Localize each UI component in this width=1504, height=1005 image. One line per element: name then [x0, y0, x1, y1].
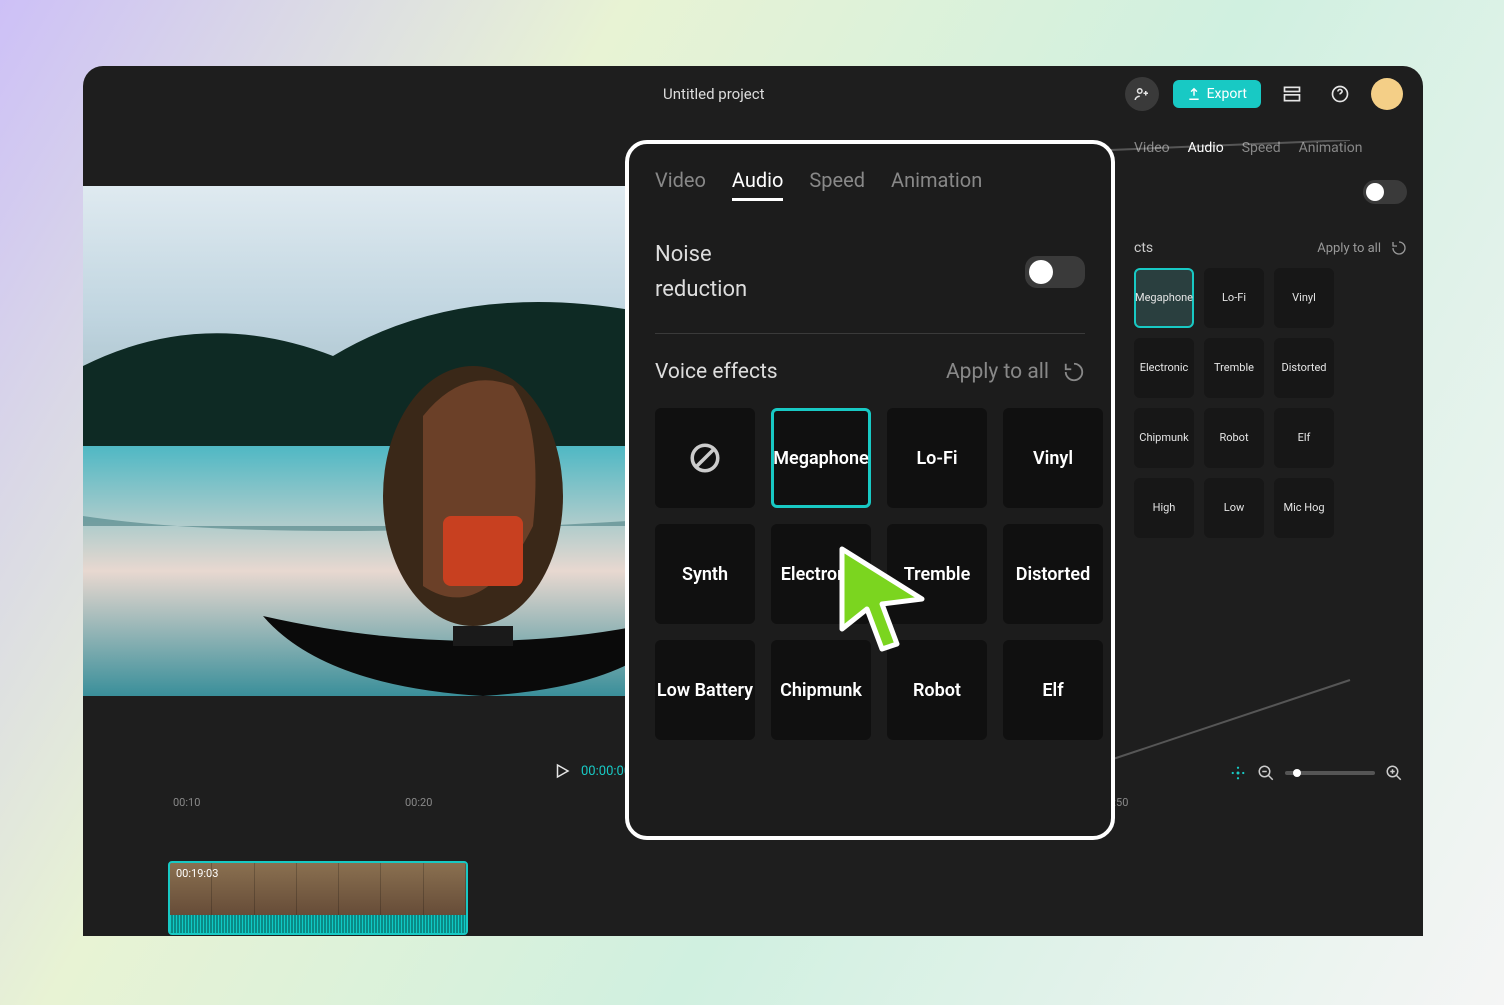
zoom-out-icon[interactable] [1257, 764, 1275, 782]
audio-settings-callout: Video Audio Speed Animation Noise reduct… [625, 140, 1115, 840]
video-clip[interactable]: 00:19:03 [168, 861, 468, 935]
panel-tabs: Video Audio Speed Animation [1134, 126, 1407, 170]
mini-effect-elf[interactable]: Elf [1274, 408, 1334, 468]
layout-icon[interactable] [1275, 77, 1309, 111]
voice-effects-mini-grid: MegaphoneLo-FiVinyl ElectronicTrembleDist… [1134, 268, 1407, 538]
help-icon[interactable] [1323, 77, 1357, 111]
tab-video[interactable]: Video [1134, 140, 1170, 156]
export-button[interactable]: Export [1173, 80, 1261, 108]
effect-lo-fi[interactable]: Lo-Fi [887, 408, 987, 508]
effect-low-battery[interactable]: Low Battery [655, 640, 755, 740]
cursor-pointer-icon [832, 544, 932, 654]
mini-effect-vinyl[interactable]: Vinyl [1274, 268, 1334, 328]
effect-synth[interactable]: Synth [655, 524, 755, 624]
timeline-options-icon[interactable] [1229, 764, 1247, 782]
zoom-slider[interactable] [1285, 771, 1375, 775]
reset-icon[interactable] [1391, 240, 1407, 256]
mini-effect-distorted[interactable]: Distorted [1274, 338, 1334, 398]
mini-effect-mic-hog[interactable]: Mic Hog [1274, 478, 1334, 538]
tab-audio[interactable]: Audio [1188, 140, 1224, 156]
callout-tab-speed[interactable]: Speed [809, 168, 865, 201]
voice-effects-label-small: cts [1134, 240, 1153, 256]
callout-tabs: Video Audio Speed Animation [655, 168, 1085, 201]
voice-effects-label: Voice effects [655, 360, 778, 384]
mini-effect-low[interactable]: Low [1204, 478, 1264, 538]
clip-duration: 00:19:03 [176, 867, 218, 880]
mini-effect-megaphone[interactable]: Megaphone [1134, 268, 1194, 328]
mini-effect-chipmunk[interactable]: Chipmunk [1134, 408, 1194, 468]
play-button[interactable] [553, 762, 571, 780]
collaborate-icon[interactable] [1125, 77, 1159, 111]
mini-effect-tremble[interactable]: Tremble [1204, 338, 1264, 398]
reset-icon[interactable] [1063, 361, 1085, 383]
video-preview[interactable] [83, 186, 703, 696]
mini-effect-high[interactable]: High [1134, 478, 1194, 538]
effect-robot[interactable]: Robot [887, 640, 987, 740]
effect-elf[interactable]: Elf [1003, 640, 1103, 740]
project-title: Untitled project [303, 85, 1125, 103]
effect-vinyl[interactable]: Vinyl [1003, 408, 1103, 508]
effect-chipmunk[interactable]: Chipmunk [771, 640, 871, 740]
mini-effect-electronic[interactable]: Electronic [1134, 338, 1194, 398]
topbar: Untitled project Export [83, 66, 1423, 122]
effect-distorted[interactable]: Distorted [1003, 524, 1103, 624]
noise-reduction-label: Noise reduction [655, 237, 747, 307]
tab-speed[interactable]: Speed [1242, 140, 1281, 156]
mini-effect-robot[interactable]: Robot [1204, 408, 1264, 468]
noise-reduction-toggle[interactable] [1025, 256, 1085, 288]
timeline-track: 00:19:03 [168, 861, 468, 936]
tab-animation[interactable]: Animation [1299, 140, 1363, 156]
avatar[interactable] [1371, 78, 1403, 110]
mini-effect-lo-fi[interactable]: Lo-Fi [1204, 268, 1264, 328]
zoom-in-icon[interactable] [1385, 764, 1403, 782]
apply-all-small[interactable]: Apply to all [1317, 241, 1381, 256]
callout-tab-video[interactable]: Video [655, 168, 706, 201]
apply-to-all-button[interactable]: Apply to all [946, 360, 1049, 384]
properties-panel: Video Audio Speed Animation cts Apply to… [1118, 126, 1423, 756]
callout-tab-animation[interactable]: Animation [891, 168, 982, 201]
zoom-controls [1229, 764, 1403, 782]
effect-none[interactable] [655, 408, 755, 508]
effect-megaphone[interactable]: Megaphone [771, 408, 871, 508]
callout-tab-audio[interactable]: Audio [732, 168, 784, 201]
noise-reduction-toggle-small[interactable] [1363, 180, 1407, 204]
